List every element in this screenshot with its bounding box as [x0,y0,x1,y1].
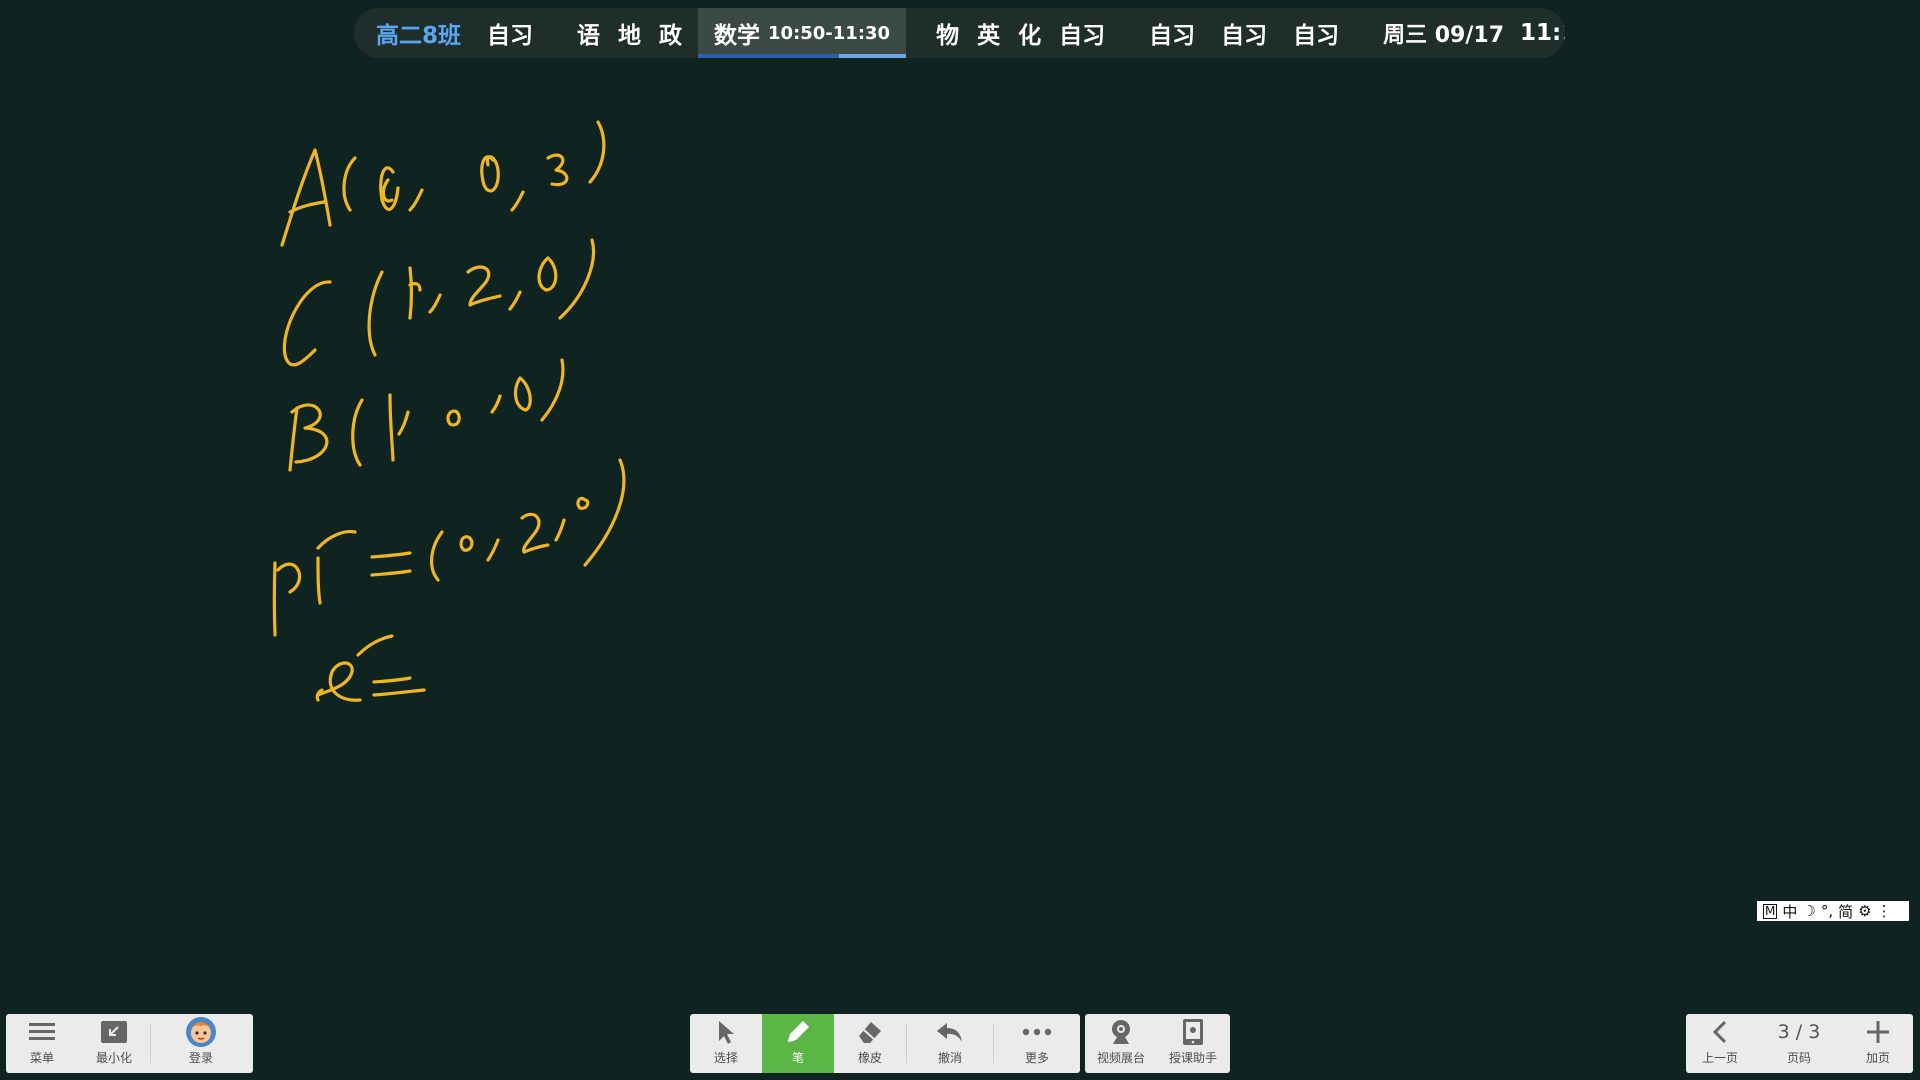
ime-charset[interactable]: 简 [1838,901,1853,922]
add-page-button[interactable]: 加页 [1844,1014,1912,1073]
period-geography: 地 [618,23,642,49]
eraser-tool-button[interactable]: 橡皮 [834,1014,906,1073]
period-chemistry: 化 [1018,23,1042,49]
moon-icon[interactable]: ☽ [1802,902,1815,920]
more-icon [1021,1018,1053,1046]
more-icon[interactable]: ⋮ [1877,902,1892,920]
login-button[interactable]: 登录 [151,1014,251,1073]
tool-label: 橡皮 [857,1051,882,1065]
tool-label: 加页 [1865,1051,1890,1065]
date-label: 周三 09/17 [1383,23,1505,48]
tool-label: 最小化 [95,1051,132,1065]
ink-line-a [280,120,606,247]
chevron-left-icon [1710,1018,1730,1046]
period-politics: 政 [659,23,683,49]
tool-label: 页码 [1786,1051,1811,1065]
period-self-study: 自习 [1149,23,1196,49]
minimize-icon [100,1018,128,1046]
punctuation-icon[interactable]: °, [1821,902,1833,920]
whiteboard-ink [272,120,626,702]
undo-icon [935,1018,965,1046]
select-tool-button[interactable]: 选择 [690,1014,762,1073]
eraser-icon [856,1018,884,1046]
current-period: 数学 10:50-11:30 [698,8,907,58]
menu-icon [27,1018,57,1046]
plus-icon [1865,1018,1891,1046]
cursor-icon [714,1018,738,1046]
page-indicator: 3 / 3 [1777,1021,1821,1043]
tablet-icon [1182,1018,1204,1046]
toolbar-left: 菜单 最小化 登录 [6,1014,253,1073]
minimize-button[interactable]: 最小化 [78,1014,150,1073]
tool-label: 更多 [1024,1051,1049,1065]
schedule-bar: 高二8班 自习 语 地 政 数学 10:50-11:30 物 英 化 自习 自习… [354,8,1565,58]
period-self-study: 自习 [1221,23,1268,49]
period-physics: 物 [936,23,960,49]
camera-icon [1107,1018,1135,1046]
period-chinese: 语 [577,23,601,49]
tool-label: 撤消 [937,1051,962,1065]
period-progress-fill [698,54,840,58]
toolbar-extra: 视频展台 授课助手 [1085,1014,1230,1073]
more-tools-button[interactable]: 更多 [994,1014,1080,1073]
toolbar-drawing: 选择 笔 橡皮 撤消 更多 [690,1014,1080,1073]
tool-label: 视频展台 [1096,1051,1145,1065]
clock: 11:17:05 [1520,20,1565,46]
ime-language[interactable]: 中 [1782,901,1797,922]
period-self-study: 自习 [487,23,534,49]
tool-label: 选择 [713,1051,738,1065]
ime-mode[interactable]: M [1763,903,1778,919]
video-booth-button[interactable]: 视频展台 [1085,1014,1157,1073]
teaching-assistant-button[interactable]: 授课助手 [1157,1014,1229,1073]
gear-icon[interactable]: ⚙ [1858,902,1871,920]
prev-page-button[interactable]: 上一页 [1686,1014,1754,1073]
period-self-study: 自习 [1059,23,1106,49]
ink-line-vector-bc [272,458,626,637]
period-self-study: 自习 [1293,23,1340,49]
period-english: 英 [977,23,1001,49]
tool-label: 上一页 [1701,1051,1738,1065]
tool-label: 笔 [791,1051,804,1065]
pen-tool-button[interactable]: 笔 [762,1014,834,1073]
current-subject: 数学 [714,23,761,49]
toolbar-pager: 上一页 3 / 3 页码 加页 [1686,1014,1913,1073]
tool-label: 登录 [188,1051,213,1065]
pen-icon [784,1018,812,1046]
current-time-range: 10:50-11:30 [768,22,891,44]
tool-label: 授课助手 [1168,1051,1217,1065]
menu-button[interactable]: 菜单 [6,1014,78,1073]
ink-line-e [315,634,426,702]
ink-line-b [288,358,565,472]
avatar-icon [185,1017,217,1047]
page-indicator-button[interactable]: 3 / 3 页码 [1754,1014,1844,1073]
class-name[interactable]: 高二8班 [376,16,461,50]
ink-line-c [282,238,595,367]
tool-label: 菜单 [29,1051,54,1065]
undo-button[interactable]: 撤消 [907,1014,993,1073]
ime-status-bar[interactable]: M 中 ☽ °, 简 ⚙ ⋮ [1757,901,1909,921]
